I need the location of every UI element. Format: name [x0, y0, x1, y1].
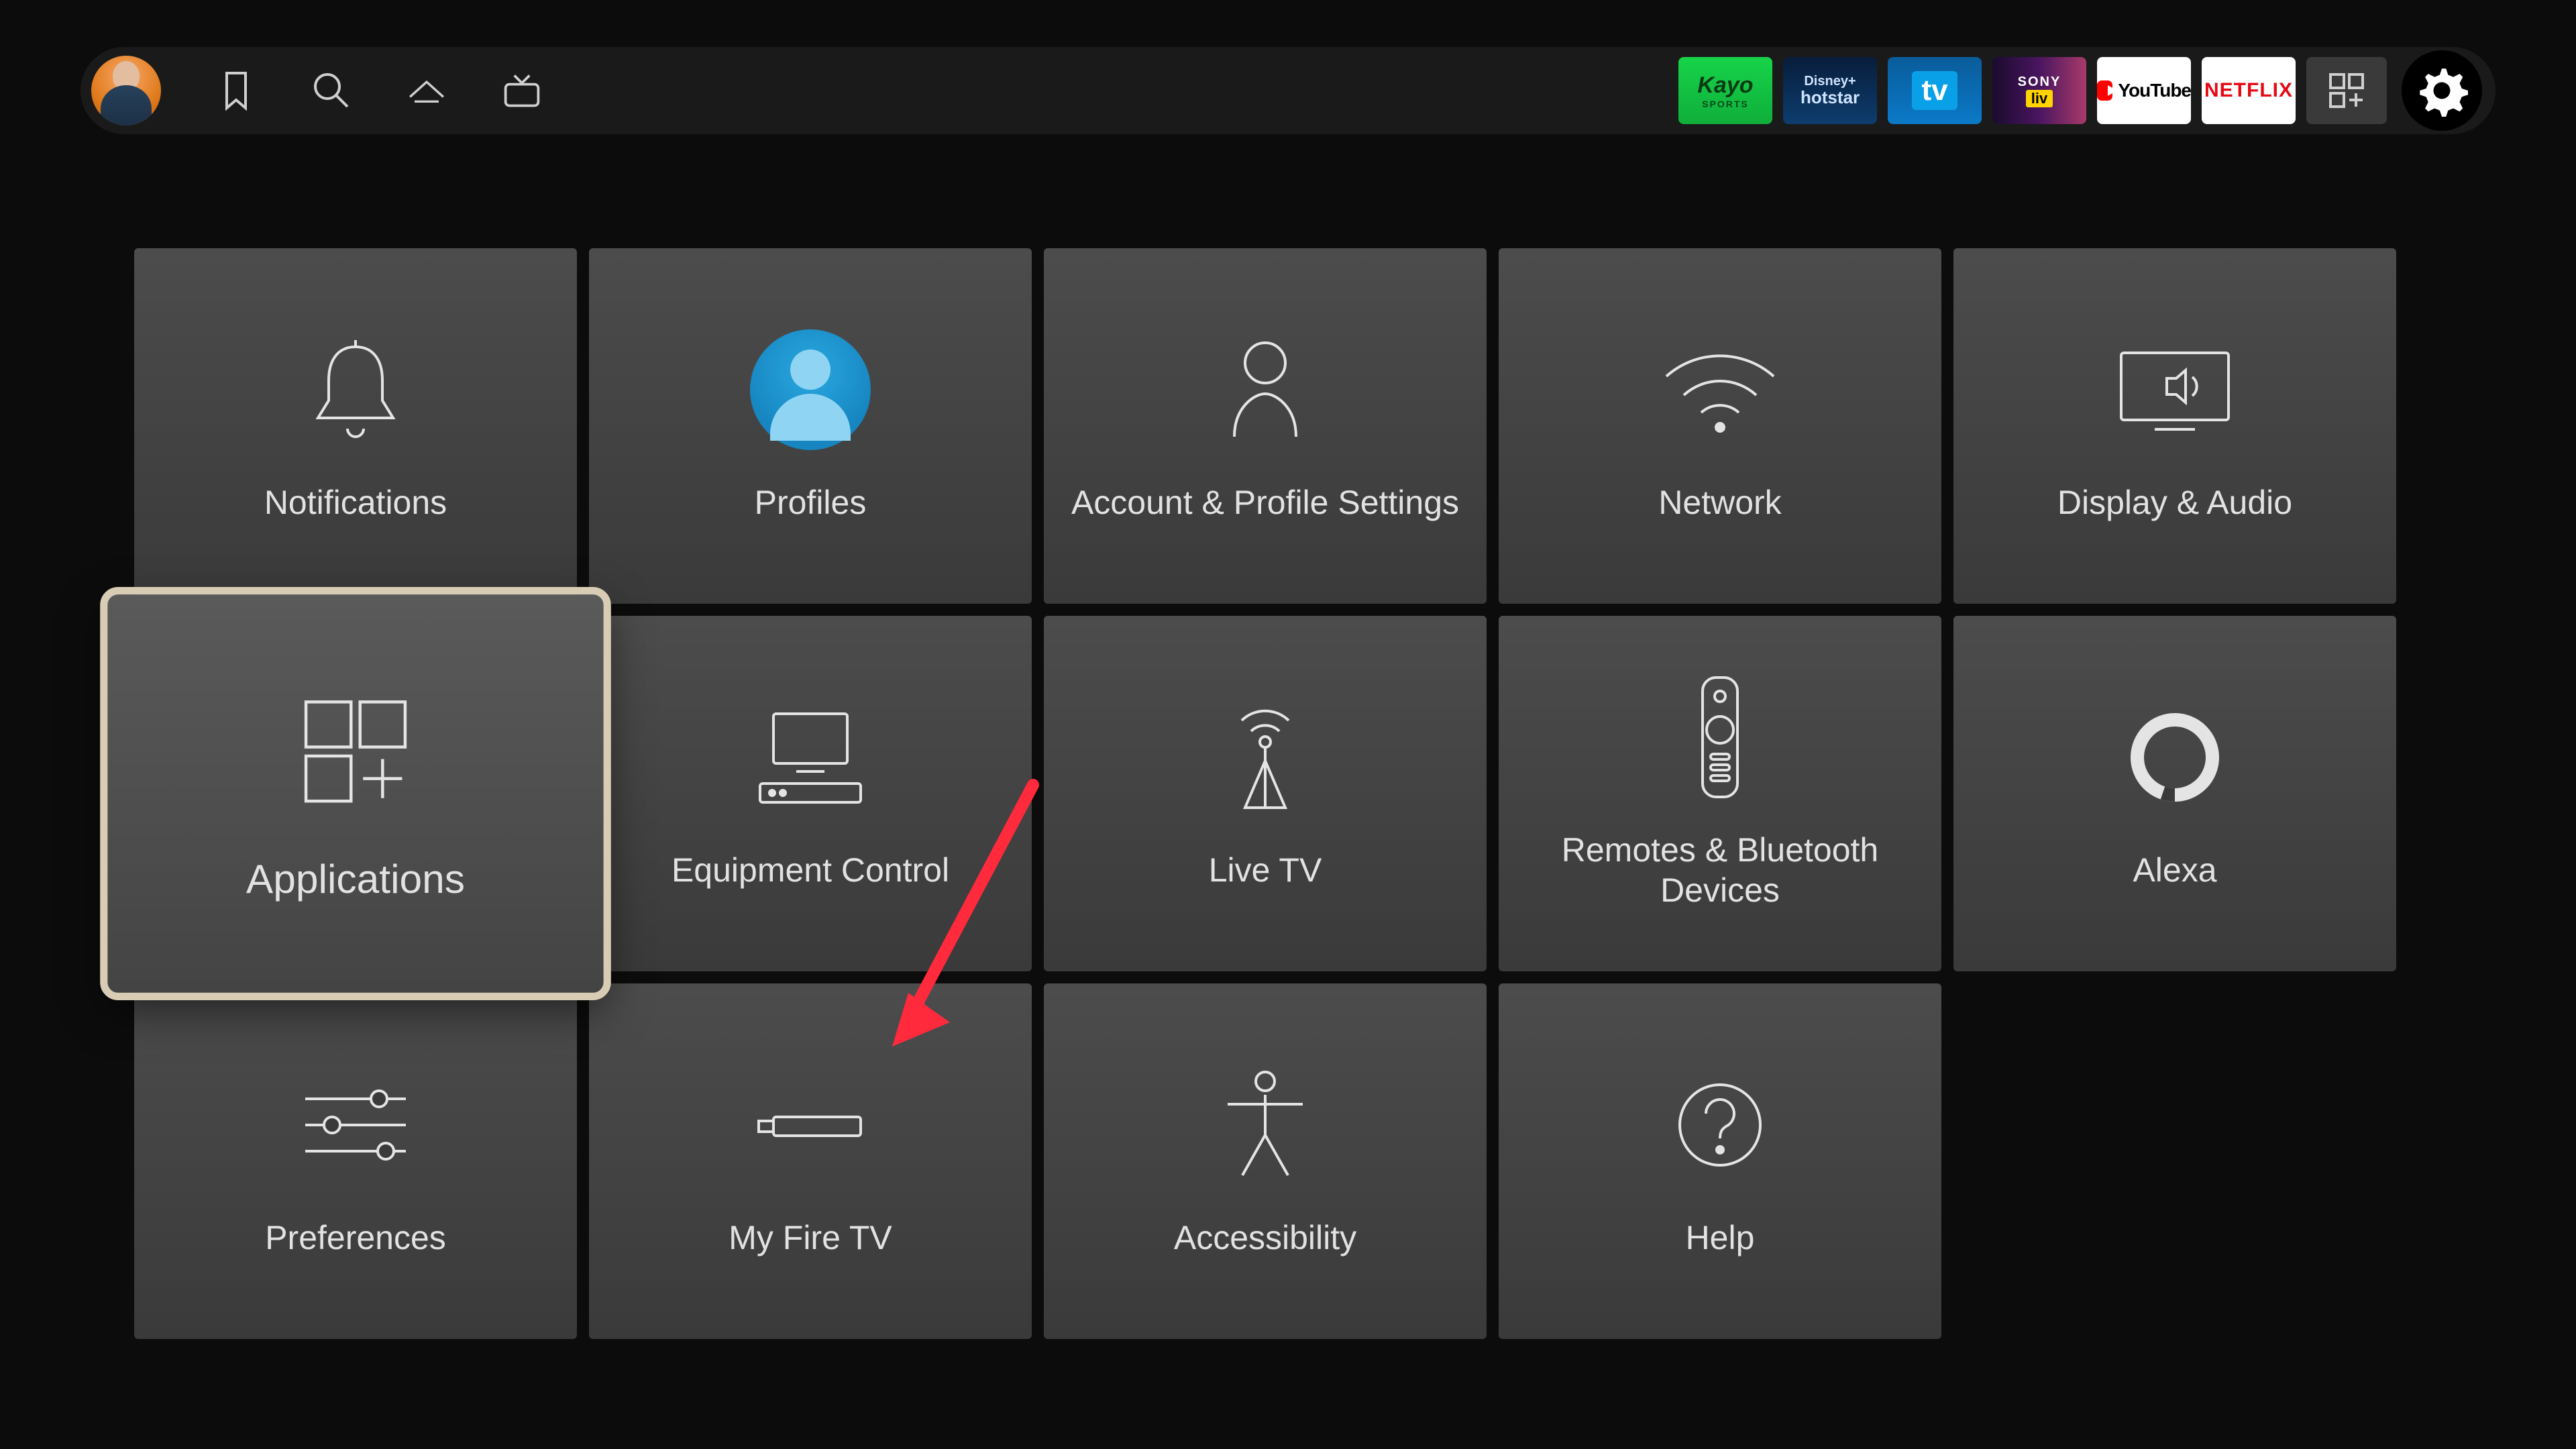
- tile-help[interactable]: Help: [1499, 983, 1941, 1339]
- app-sublabel: SPORTS: [1702, 99, 1749, 109]
- tile-label: Remotes & Bluetooth Devices: [1525, 830, 1915, 910]
- tile-label: Applications: [246, 855, 465, 904]
- settings-button[interactable]: [2402, 50, 2482, 131]
- tile-my-fire-tv[interactable]: My Fire TV: [589, 983, 1032, 1339]
- sliders-icon: [299, 1065, 413, 1185]
- profile-icon: [750, 329, 871, 450]
- top-nav-bar: Kayo SPORTS Disney+ hotstar tv SONY liv …: [80, 47, 2496, 134]
- tile-profiles[interactable]: Profiles: [589, 248, 1032, 604]
- app-label: tv: [1912, 71, 1957, 110]
- app-label: SONY: [2018, 74, 2061, 90]
- accessibility-icon: [1218, 1065, 1312, 1185]
- app-label: Disney+: [1804, 74, 1856, 89]
- tile-display-audio[interactable]: Display & Audio: [1953, 248, 2396, 604]
- wifi-icon: [1660, 329, 1780, 450]
- app-label: YouTube: [2118, 80, 2191, 101]
- tile-label: Help: [1686, 1218, 1755, 1258]
- app-tile-hotstar[interactable]: Disney+ hotstar: [1783, 57, 1877, 124]
- app-shortcut-row: Kayo SPORTS Disney+ hotstar tv SONY liv …: [1678, 50, 2482, 131]
- search-icon[interactable]: [310, 69, 353, 112]
- tile-label: My Fire TV: [729, 1218, 892, 1258]
- bookmark-icon[interactable]: [215, 69, 258, 112]
- tile-label: Network: [1658, 482, 1781, 523]
- alexa-ring-icon: [2125, 697, 2225, 818]
- home-icon[interactable]: [405, 69, 448, 112]
- tile-label: Display & Audio: [2057, 482, 2292, 523]
- app-sublabel: hotstar: [1801, 89, 1860, 107]
- app-tile-youtube[interactable]: YouTube: [2097, 57, 2191, 124]
- antenna-icon: [1215, 697, 1316, 818]
- tile-label: Account & Profile Settings: [1071, 482, 1459, 523]
- app-tile-netflix[interactable]: NETFLIX: [2202, 57, 2296, 124]
- display-audio-icon: [2114, 329, 2235, 450]
- app-tile-tv[interactable]: tv: [1888, 57, 1982, 124]
- tile-network[interactable]: Network: [1499, 248, 1941, 604]
- live-tv-icon[interactable]: [500, 69, 543, 112]
- help-icon: [1670, 1065, 1770, 1185]
- tile-equipment-control[interactable]: Equipment Control: [589, 616, 1032, 971]
- youtube-play-icon: [2097, 80, 2112, 101]
- app-sublabel: liv: [2026, 90, 2053, 107]
- profile-avatar[interactable]: [91, 56, 161, 125]
- tile-label: Equipment Control: [672, 850, 949, 890]
- apps-grid-icon: [295, 684, 415, 819]
- tile-accessibility[interactable]: Accessibility: [1044, 983, 1487, 1339]
- app-label: Kayo: [1697, 72, 1753, 99]
- tile-label: Profiles: [755, 482, 867, 523]
- equipment-icon: [753, 697, 867, 818]
- tile-label: Notifications: [264, 482, 447, 523]
- tile-remotes[interactable]: Remotes & Bluetooth Devices: [1499, 616, 1941, 971]
- app-tile-sonyliv[interactable]: SONY liv: [1992, 57, 2086, 124]
- settings-grid: Notifications Profiles Account & Profile…: [134, 248, 2396, 1339]
- tile-alexa[interactable]: Alexa: [1953, 616, 2396, 971]
- tile-live-tv[interactable]: Live TV: [1044, 616, 1487, 971]
- tile-label: Preferences: [265, 1218, 446, 1258]
- bell-icon: [309, 329, 402, 450]
- app-tile-kayo[interactable]: Kayo SPORTS: [1678, 57, 1772, 124]
- tile-account[interactable]: Account & Profile Settings: [1044, 248, 1487, 604]
- device-stick-icon: [753, 1065, 867, 1185]
- tile-preferences[interactable]: Preferences: [134, 983, 577, 1339]
- app-label: NETFLIX: [2204, 79, 2293, 102]
- tile-label: Alexa: [2133, 850, 2216, 890]
- tile-label: Accessibility: [1174, 1218, 1356, 1258]
- nav-icons: [215, 69, 543, 112]
- remote-icon: [1693, 677, 1747, 798]
- all-apps-button[interactable]: [2306, 57, 2387, 124]
- person-icon: [1225, 329, 1305, 450]
- tile-notifications[interactable]: Notifications: [134, 248, 577, 604]
- tile-applications[interactable]: Applications: [107, 594, 603, 993]
- tile-label: Live TV: [1209, 850, 1322, 890]
